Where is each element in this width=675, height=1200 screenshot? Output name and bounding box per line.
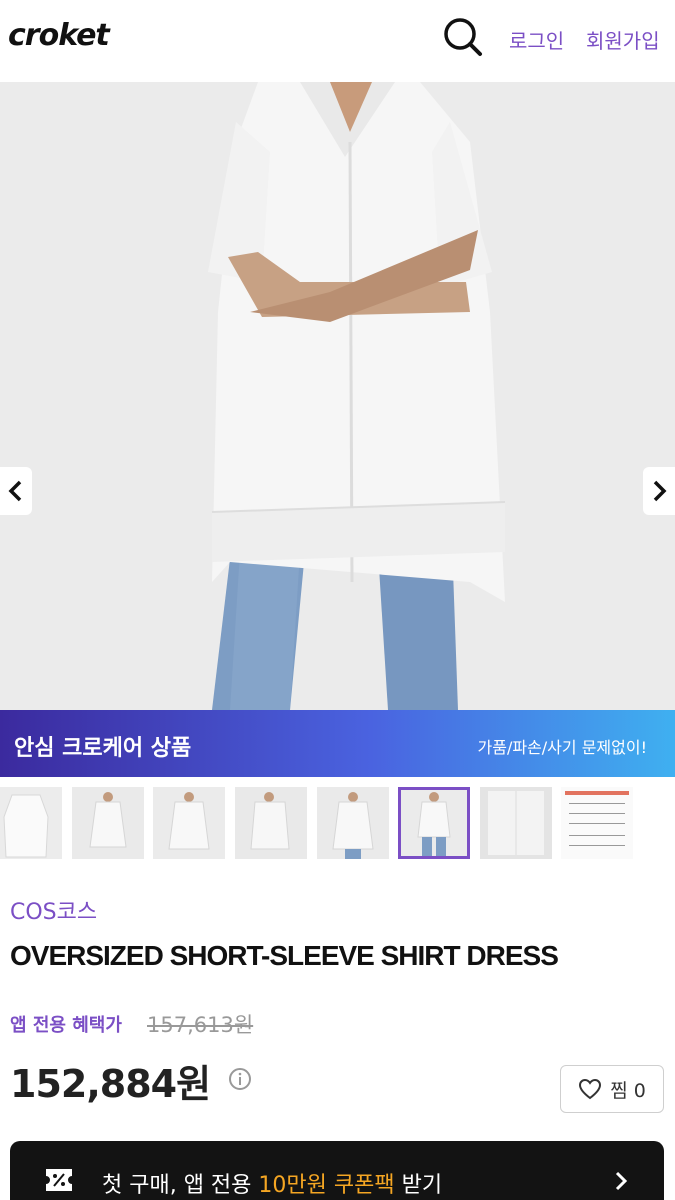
thumbnail-photo <box>153 787 225 859</box>
coupon-text-highlight: 10만원 쿠폰팩 <box>258 1173 395 1198</box>
thumbnail-6-selected[interactable] <box>398 787 470 859</box>
app-benefit-label: 앱 전용 혜택가 <box>10 1015 122 1036</box>
croket-logo[interactable]: croket <box>8 18 110 53</box>
thumbnail-photo <box>561 787 633 859</box>
search-icon <box>444 18 482 56</box>
product-title: OVERSIZED SHORT-SLEEVE SHIRT DRESS <box>10 940 559 971</box>
thumbnail-4[interactable] <box>235 787 307 859</box>
chevron-right-icon <box>653 480 667 502</box>
thumbnail-2[interactable] <box>72 787 144 859</box>
thumbnail-photo <box>480 787 552 859</box>
coupon-text-suffix: 받기 <box>394 1173 443 1198</box>
heart-icon <box>579 1078 602 1100</box>
previous-image-button[interactable] <box>0 467 32 515</box>
first-purchase-coupon-button[interactable]: 첫 구매, 앱 전용 10만원 쿠폰팩 받기 <box>10 1141 664 1200</box>
thumbnail-photo <box>0 787 62 859</box>
thumbnail-photo <box>72 787 144 859</box>
thumbnail-5[interactable] <box>317 787 389 859</box>
thumbnail-7[interactable] <box>480 787 552 859</box>
info-icon <box>229 1068 251 1090</box>
thumbnail-3[interactable] <box>153 787 225 859</box>
discount-ticket-icon <box>46 1169 72 1191</box>
signup-link[interactable]: 회원가입 <box>586 25 660 54</box>
thumbnail-photo <box>235 787 307 859</box>
banner-subtitle: 가품/파손/사기 문제없이! <box>477 738 647 757</box>
next-image-button[interactable] <box>643 467 675 515</box>
search-button[interactable] <box>440 14 486 60</box>
product-photo <box>0 82 675 710</box>
original-price: 157,613원 <box>147 1013 254 1037</box>
chevron-left-icon <box>8 480 22 502</box>
sale-price: 152,884원 <box>10 1062 211 1106</box>
product-main-image[interactable] <box>0 82 675 710</box>
thumbnail-strip <box>0 787 675 859</box>
coupon-text: 첫 구매, 앱 전용 10만원 쿠폰팩 받기 <box>102 1167 442 1199</box>
crokare-safe-banner: 안심 크로케어 상품 가품/파손/사기 문제없이! <box>0 710 675 777</box>
top-header: croket 로그인 회원가입 <box>0 0 675 80</box>
wishlist-count: 찜 0 <box>610 1079 646 1102</box>
coupon-text-prefix: 첫 구매, 앱 전용 <box>102 1173 259 1198</box>
banner-title: 안심 크로케어 상품 <box>14 736 192 761</box>
wishlist-button[interactable]: 찜 0 <box>560 1065 664 1113</box>
login-link[interactable]: 로그인 <box>509 25 564 54</box>
thumbnail-8-size-chart[interactable] <box>561 787 633 859</box>
thumbnail-1[interactable] <box>0 787 62 859</box>
price-info-button[interactable] <box>228 1067 252 1091</box>
brand-name[interactable]: COS코스 <box>10 894 97 926</box>
thumbnail-photo <box>317 787 389 859</box>
thumbnail-photo <box>398 787 470 859</box>
chevron-right-icon <box>615 1171 628 1191</box>
